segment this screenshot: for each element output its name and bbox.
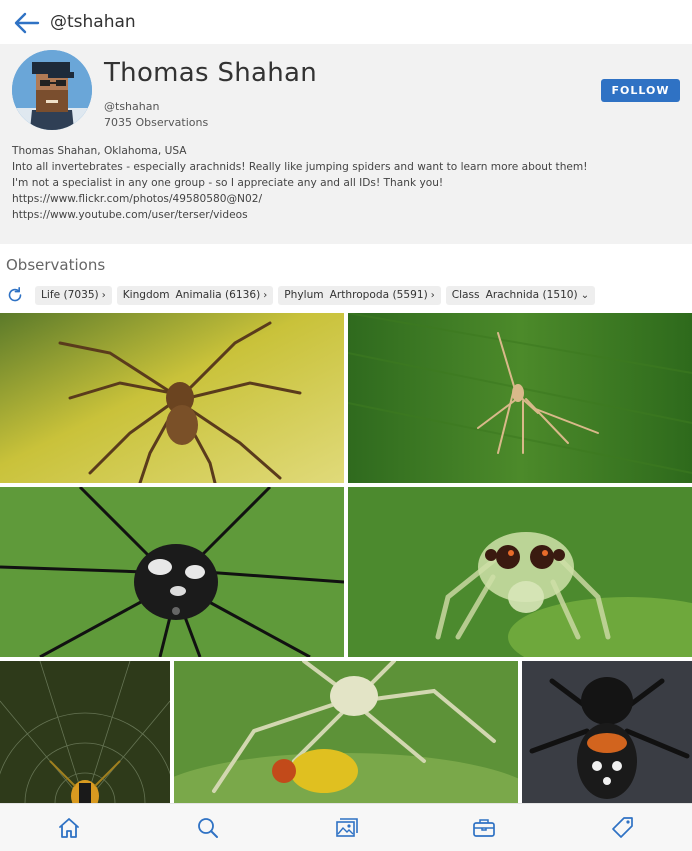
observation-photo[interactable] xyxy=(0,487,344,657)
filter-chip-life[interactable]: Life (7035) › xyxy=(35,285,112,305)
bio-line: Thomas Shahan, Oklahoma, USA xyxy=(12,145,187,157)
follow-button[interactable]: FOLLOW xyxy=(601,79,680,102)
bio-link[interactable]: https://www.youtube.com/user/terser/vide… xyxy=(12,207,682,223)
profile-bio: Thomas Shahan, Oklahoma, USA Into all in… xyxy=(12,143,682,223)
chip-value: Arthropoda (5591) xyxy=(329,289,428,301)
bio-link[interactable]: https://www.flickr.com/photos/49580580@N… xyxy=(12,191,682,207)
bio-line: Into all invertebrates - especially arac… xyxy=(12,161,588,173)
filter-chip-phylum[interactable]: Phylum Arthropoda (5591) › xyxy=(278,285,441,305)
chevron-right-icon: › xyxy=(430,289,435,301)
home-icon[interactable] xyxy=(56,815,82,841)
observation-photo[interactable] xyxy=(348,313,692,483)
search-icon[interactable] xyxy=(195,815,221,841)
profile-name: Thomas Shahan xyxy=(104,58,318,88)
chevron-right-icon: › xyxy=(263,289,268,301)
chip-rank: Phylum xyxy=(284,289,324,301)
observations-title: Observations xyxy=(6,256,106,274)
top-bar: @tshahan xyxy=(0,0,692,44)
chevron-right-icon: › xyxy=(101,289,106,301)
profile-login: @tshahan xyxy=(104,100,160,113)
chip-value: Arachnida (1510) xyxy=(485,289,578,301)
observation-photo[interactable] xyxy=(348,487,692,657)
briefcase-icon[interactable] xyxy=(471,815,497,841)
observation-photo[interactable] xyxy=(522,661,692,803)
profile-card: Thomas Shahan @tshahan 7035 Observations… xyxy=(0,44,692,244)
bottom-nav xyxy=(0,803,692,851)
taxon-filter-bar: Life (7035) › Kingdom Animalia (6136) › … xyxy=(6,285,596,305)
filter-chip-class[interactable]: Class Arachnida (1510) ⌄ xyxy=(445,285,596,305)
observation-count: 7035 Observations xyxy=(104,116,209,129)
observation-photo[interactable] xyxy=(174,661,518,803)
observation-photo[interactable] xyxy=(0,661,170,803)
bio-line: I'm not a specialist in any one group - … xyxy=(12,177,444,189)
chevron-down-icon: ⌄ xyxy=(580,289,590,301)
images-icon[interactable] xyxy=(333,815,359,841)
header-handle: @tshahan xyxy=(50,12,136,32)
chip-value: Life (7035) xyxy=(41,289,99,301)
chip-rank: Kingdom xyxy=(122,289,170,301)
filter-chip-kingdom[interactable]: Kingdom Animalia (6136) › xyxy=(116,285,274,305)
chip-rank: Class xyxy=(451,289,480,301)
refresh-icon[interactable] xyxy=(6,286,24,304)
back-arrow-icon[interactable] xyxy=(12,10,42,36)
avatar xyxy=(12,50,92,130)
chip-value: Animalia (6136) xyxy=(175,289,261,301)
observation-photo[interactable] xyxy=(0,313,344,483)
tag-icon[interactable] xyxy=(610,815,636,841)
